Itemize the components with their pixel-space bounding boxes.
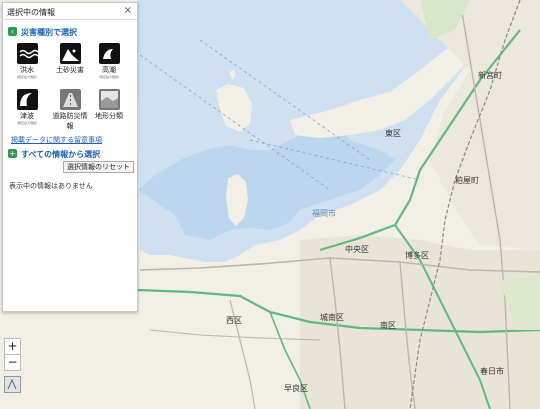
- panel-header: 選択中の情報 ×: [3, 3, 137, 20]
- zoom-in-button[interactable]: +: [4, 338, 21, 355]
- hazard-road-disaster-button[interactable]: 道路防災情報: [52, 89, 88, 131]
- landslide-icon: [59, 43, 81, 64]
- section-all-header[interactable]: + すべての情報から選択: [3, 148, 137, 161]
- road-disaster-icon: [59, 89, 81, 110]
- hazard-sub: （想定最大規模）: [14, 75, 39, 79]
- hazard-label: 津波: [20, 112, 34, 120]
- map-label-sawara: 早良区: [284, 384, 308, 393]
- notice-link[interactable]: 掲載データに関する留意事項: [11, 135, 102, 145]
- hazard-landform-button[interactable]: 地形分類: [91, 89, 127, 121]
- info-panel: 選択中の情報 × ‹ 災害種別で選択 洪水 （想定最大規模） 土砂災害 高潮 （…: [2, 2, 138, 312]
- landform-icon: [98, 89, 120, 110]
- storm-surge-icon: [98, 43, 120, 64]
- panel-title: 選択中の情報: [7, 8, 55, 17]
- chevron-left-icon: ‹: [8, 27, 17, 36]
- hazard-label: 洪水: [20, 66, 34, 74]
- hazard-label: 土砂災害: [56, 66, 84, 74]
- section-hazard-label: 災害種別で選択: [21, 28, 77, 37]
- hazard-tsunami-button[interactable]: 津波 （想定最大規模）: [9, 89, 45, 125]
- map-label-chuo: 中央区: [345, 245, 369, 254]
- layer-toggle-button[interactable]: [4, 376, 21, 393]
- hazard-flood-button[interactable]: 洪水 （想定最大規模）: [9, 43, 45, 79]
- map-label-shingu: 新宮町: [478, 71, 502, 80]
- section-hazard-header[interactable]: ‹ 災害種別で選択: [3, 26, 137, 39]
- flood-icon: [16, 43, 39, 64]
- zoom-out-button[interactable]: −: [4, 354, 21, 371]
- map-label-kasuga: 春日市: [480, 367, 504, 376]
- map-label-hakata: 博多区: [405, 251, 429, 260]
- hazard-sub: （想定最大規模）: [96, 75, 121, 79]
- map-label-kasuya: 粕屋町: [455, 176, 479, 185]
- map-label-jonan: 城南区: [320, 313, 344, 322]
- hazard-grid: 洪水 （想定最大規模） 土砂災害 高潮 （想定最大規模） 津波 （想定最大規模）: [3, 39, 137, 137]
- map-label-higashi: 東区: [385, 129, 401, 138]
- empty-message: 表示中の情報はありません: [9, 182, 93, 190]
- map-label-nishi: 西区: [226, 316, 242, 325]
- hazard-sub: （想定最大規模）: [14, 121, 39, 125]
- hazard-label: 道路防災情報: [52, 112, 88, 130]
- tsunami-icon: [16, 89, 38, 110]
- map-label-minami: 南区: [380, 321, 396, 330]
- plus-icon: +: [8, 149, 17, 158]
- section-all-label: すべての情報から選択: [21, 150, 101, 159]
- hazard-label: 地形分類: [95, 112, 123, 120]
- hazard-landslide-button[interactable]: 土砂災害: [52, 43, 88, 75]
- hazard-label: 高潮: [102, 66, 116, 74]
- hazard-storm-surge-button[interactable]: 高潮 （想定最大規模）: [91, 43, 127, 79]
- reset-button[interactable]: 選択情報のリセット: [63, 161, 134, 173]
- map-label-fukuoka-city: 福岡市: [312, 209, 336, 218]
- close-icon[interactable]: ×: [124, 5, 132, 16]
